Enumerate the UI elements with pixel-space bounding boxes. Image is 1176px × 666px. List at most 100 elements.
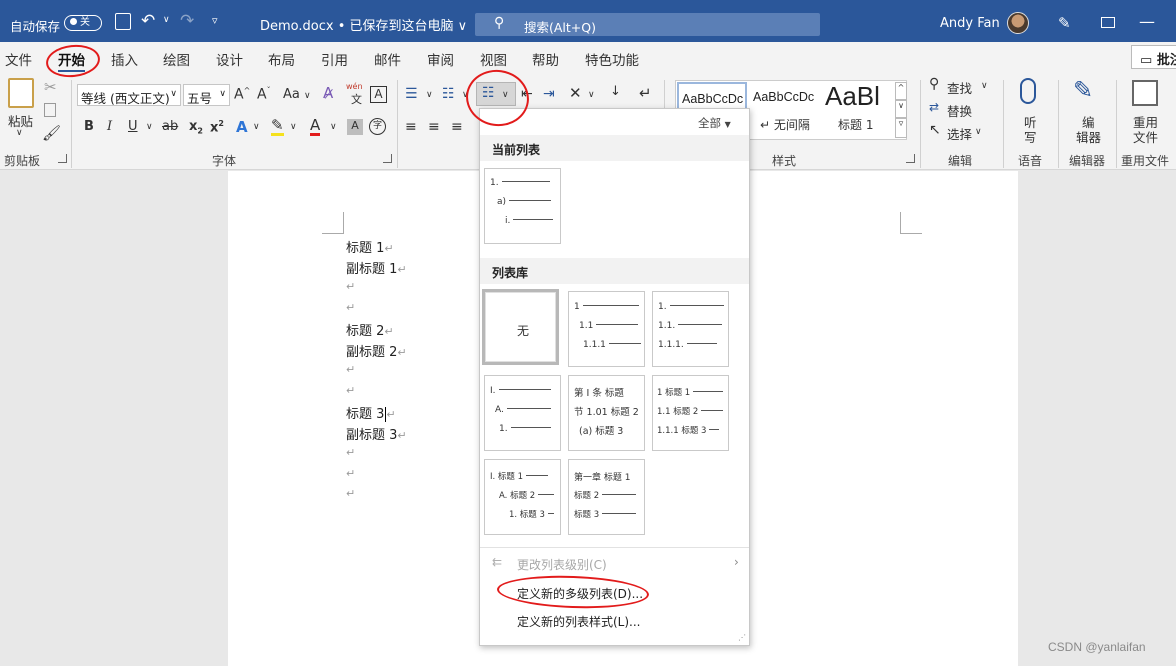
comment-button[interactable]: ▭ 批注: [1131, 45, 1176, 69]
tab-file[interactable]: 文件: [5, 49, 32, 69]
tab-help[interactable]: 帮助: [532, 49, 559, 69]
find-icon[interactable]: ⚲: [929, 76, 939, 92]
font-launcher-icon[interactable]: [383, 154, 392, 163]
format-painter-icon[interactable]: 🖌: [42, 124, 61, 142]
user-name[interactable]: Andy Fan: [940, 16, 1000, 31]
resize-grip-icon[interactable]: ⋰: [738, 633, 746, 642]
highlight-dropdown-icon[interactable]: ∨: [290, 122, 297, 132]
doc-line[interactable]: 副标题 3↵: [346, 424, 407, 443]
shrink-font-button[interactable]: Aˇ: [257, 86, 271, 103]
text-effects-dropdown-icon[interactable]: ∨: [253, 122, 260, 132]
undo-dropdown-icon[interactable]: ∨: [163, 15, 170, 25]
doc-line[interactable]: 标题 3 ↵: [346, 403, 396, 422]
style-no-spacing[interactable]: AaBbCcDc ↵ 无间隔: [750, 82, 820, 138]
list-tile-numeric[interactable]: 1 1.1 1.1.1: [568, 291, 645, 367]
tab-mailings[interactable]: 邮件: [374, 49, 401, 69]
font-name-box[interactable]: 等线 (西文正文) ∨: [77, 84, 181, 106]
subscript-button[interactable]: x2: [189, 119, 203, 136]
enclose-characters-icon[interactable]: 字: [369, 118, 386, 135]
paste-dropdown-icon[interactable]: ∨: [16, 128, 23, 138]
editor-label-2[interactable]: 辑器: [1076, 127, 1101, 146]
font-size-box[interactable]: 五号 ∨: [183, 84, 230, 106]
underline-dropdown-icon[interactable]: ∨: [146, 122, 153, 132]
clear-format-icon[interactable]: A̷: [323, 84, 333, 102]
doc-line[interactable]: ↵: [346, 445, 355, 460]
tab-review[interactable]: 审阅: [427, 49, 454, 69]
doc-line[interactable]: ↵: [346, 486, 355, 501]
doc-line[interactable]: 副标题 1↵: [346, 258, 407, 277]
chinese-layout-dropdown-icon[interactable]: ∨: [588, 90, 595, 100]
current-list-tile[interactable]: 1. a) i.: [484, 168, 561, 244]
styles-scroll-up-icon[interactable]: ^: [895, 82, 907, 100]
copy-icon[interactable]: [44, 103, 56, 117]
strikethrough-button[interactable]: ab: [162, 119, 178, 134]
change-case-button[interactable]: Aa ∨: [283, 87, 311, 102]
tab-features[interactable]: 特色功能: [585, 49, 639, 69]
highlight-icon[interactable]: ✎: [271, 117, 284, 136]
list-tile-roman[interactable]: I. A. 1.: [484, 375, 561, 451]
avatar[interactable]: [1007, 12, 1029, 34]
numbering-icon[interactable]: ☷: [442, 86, 455, 102]
doc-line[interactable]: ↵: [346, 300, 355, 315]
sort-icon[interactable]: ↓: [610, 84, 621, 99]
replace-icon[interactable]: ⇄: [929, 100, 939, 114]
styles-launcher-icon[interactable]: [906, 154, 915, 163]
align-right-icon[interactable]: ≡: [451, 119, 463, 135]
define-new-list-style-item[interactable]: 定义新的列表样式(L)...: [517, 613, 641, 630]
align-center-icon[interactable]: ≡: [428, 119, 440, 135]
align-left-icon[interactable]: ≡: [405, 119, 417, 135]
reuse-files-icon[interactable]: [1132, 80, 1158, 106]
text-effects-icon[interactable]: A: [236, 118, 248, 136]
customize-qat-icon[interactable]: ▿: [212, 14, 218, 27]
autosave-toggle[interactable]: 关: [64, 15, 102, 31]
show-marks-icon[interactable]: ↵: [639, 84, 652, 102]
font-color-icon[interactable]: A: [310, 117, 321, 136]
microphone-icon[interactable]: [1020, 78, 1036, 104]
styles-more-icon[interactable]: ▿: [895, 118, 907, 138]
italic-button[interactable]: I: [107, 119, 112, 134]
chinese-layout-icon[interactable]: ✕: [569, 84, 582, 102]
save-icon[interactable]: [115, 13, 131, 30]
tab-layout[interactable]: 布局: [268, 49, 295, 69]
redo-icon[interactable]: ↷: [180, 11, 194, 31]
character-border-button[interactable]: A: [370, 86, 387, 103]
find-button[interactable]: 查找: [947, 78, 972, 97]
list-tile-chapter[interactable]: 第一章 标题 1 标题 2 标题 3: [568, 459, 645, 535]
superscript-button[interactable]: x2: [210, 119, 224, 135]
doc-line[interactable]: ↵: [346, 279, 355, 294]
list-tile-heading-roman[interactable]: I. 标题 1 A. 标题 2 1. 标题 3: [484, 459, 561, 535]
grow-font-button[interactable]: A^: [234, 86, 250, 103]
doc-line[interactable]: ↵: [346, 466, 355, 481]
pen-icon[interactable]: ✎: [1058, 14, 1071, 32]
tab-references[interactable]: 引用: [321, 49, 348, 69]
editor-icon[interactable]: ✎: [1073, 76, 1093, 104]
dictate-label-2[interactable]: 写: [1024, 127, 1037, 146]
tab-draw[interactable]: 绘图: [163, 49, 190, 69]
undo-icon[interactable]: ↶: [141, 11, 155, 31]
increase-indent-icon[interactable]: ⇥: [543, 86, 555, 102]
select-button[interactable]: 选择: [947, 124, 972, 143]
filter-dropdown[interactable]: 全部 ▼: [698, 115, 731, 131]
underline-button[interactable]: U: [128, 119, 138, 134]
doc-line[interactable]: 副标题 2↵: [346, 341, 407, 360]
list-tile-heading-numeric[interactable]: 1 标题 1 1.1 标题 2 1.1.1 标题 3: [652, 375, 729, 451]
doc-line[interactable]: 标题 1↵: [346, 237, 394, 256]
bold-button[interactable]: B: [84, 119, 94, 134]
tab-view[interactable]: 视图: [480, 49, 507, 69]
font-color-dropdown-icon[interactable]: ∨: [330, 122, 337, 132]
character-shading-button[interactable]: A: [347, 119, 363, 135]
paste-icon[interactable]: [8, 78, 34, 108]
style-heading1[interactable]: AaBl 标题 1: [822, 82, 890, 138]
minimize-icon[interactable]: —: [1139, 12, 1155, 31]
doc-line[interactable]: 标题 2↵: [346, 320, 394, 339]
bullets-icon[interactable]: ☰: [405, 86, 418, 102]
replace-button[interactable]: 替换: [947, 101, 972, 120]
list-tile-article-section[interactable]: 第 I 条 标题 节 1.01 标题 2 (a) 标题 3: [568, 375, 645, 451]
tab-insert[interactable]: 插入: [111, 49, 138, 69]
doc-line[interactable]: ↵: [346, 383, 355, 398]
styles-scroll-down-icon[interactable]: ∨: [895, 100, 907, 118]
doc-line[interactable]: ↵: [346, 362, 355, 377]
clipboard-launcher-icon[interactable]: [58, 154, 67, 163]
phonetic-guide-button[interactable]: wén: [346, 82, 363, 91]
ribbon-display-icon[interactable]: [1101, 17, 1115, 28]
